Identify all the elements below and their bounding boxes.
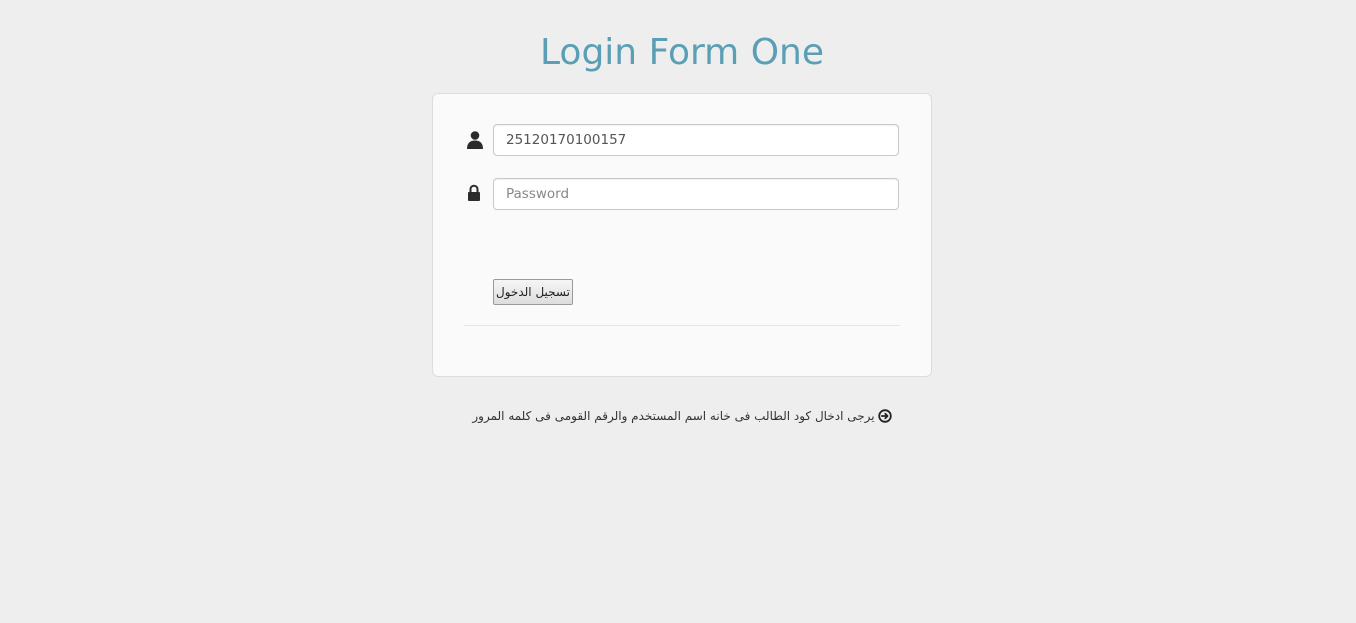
instructions-text: يرجى ادخال كود الطالب فى خانه اسم المستخ… — [472, 409, 875, 423]
username-input[interactable] — [493, 124, 899, 156]
page-title: Login Form One — [540, 32, 824, 73]
login-page: Login Form One تسجيل الدخول يرجى ادخال ك… — [0, 0, 1356, 623]
login-instructions: يرجى ادخال كود الطالب فى خانه اسم المستخ… — [0, 406, 1356, 429]
circle-arrow-right-icon — [877, 409, 892, 429]
login-button[interactable]: تسجيل الدخول — [493, 279, 573, 305]
card-divider — [464, 325, 900, 326]
user-icon — [466, 130, 484, 150]
password-input[interactable] — [493, 178, 899, 210]
lock-icon — [467, 184, 485, 204]
